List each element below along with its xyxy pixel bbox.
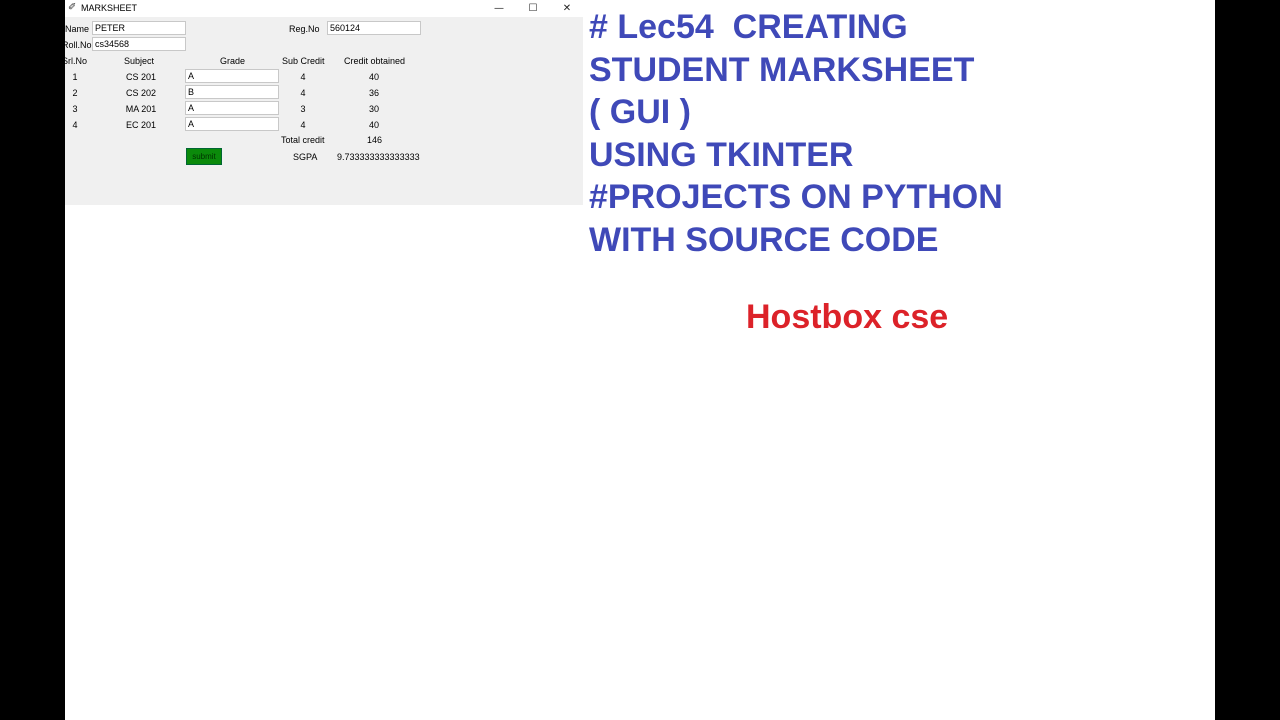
row-3-srl: 3 [72,104,78,114]
feather-icon: ✐ [68,2,77,13]
headline-line-6: WITH SOURCE CODE [589,220,939,259]
channel-brand: Hostbox cse [746,298,949,336]
sgpa-value: 9.733333333333333 [337,152,420,162]
headline-line-4: USING TKINTER [589,135,854,174]
headline-line-1: # Lec54 CREATING [589,8,908,46]
row-2-credit: 4 [300,88,306,98]
row-2-subject: CS 202 [125,88,157,98]
minimize-button[interactable]: — [483,0,515,17]
row-2-srl: 2 [72,88,78,98]
row-3-credit: 3 [300,104,306,114]
sgpa-label: SGPA [293,152,318,162]
roll-no-label: Roll.No [62,40,92,50]
title-bar: ✐ MARKSHEET — ☐ ✕ [65,0,583,17]
total-credit-value: 146 [367,135,383,145]
header-subject: Subject [124,56,155,66]
close-button[interactable]: ✕ [551,0,583,17]
name-label: Name [65,24,90,34]
row-1-srl: 1 [72,72,78,82]
row-2-obtained: 36 [368,88,379,98]
roll-no-field[interactable]: cs34568 [92,37,186,51]
row-1-grade-input[interactable]: A [185,69,279,83]
header-sub-credit: Sub Credit [282,56,325,66]
row-4-grade-input[interactable]: A [185,117,279,131]
submit-button[interactable]: submit [186,148,222,165]
row-4-srl: 4 [72,120,78,130]
window-title: MARKSHEET [81,3,138,13]
row-4-obtained: 40 [368,120,379,130]
row-4-credit: 4 [300,120,306,130]
header-grade: Grade [220,56,246,66]
row-3-subject: MA 201 [125,104,157,114]
marksheet-window: ✐ MARKSHEET — ☐ ✕ Name PETER Reg.No 5601… [62,0,583,205]
header-credit-obtained: Credit obtained [344,56,406,66]
reg-no-field[interactable]: 560124 [327,21,421,35]
headline-line-3: ( GUI ) [589,93,691,131]
row-1-obtained: 40 [368,72,379,82]
lecture-headline: # Lec54 CREATING STUDENT MARKSHEET ( GUI… [589,6,1003,261]
row-4-subject: EC 201 [125,120,157,130]
row-3-obtained: 30 [368,104,379,114]
headline-line-5: #PROJECTS ON PYTHON [589,178,1003,216]
total-credit-label: Total credit [281,135,325,145]
name-field[interactable]: PETER [92,21,186,35]
reg-no-label: Reg.No [289,24,320,34]
row-3-grade-input[interactable]: A [185,101,279,115]
maximize-button[interactable]: ☐ [517,0,549,17]
row-1-subject: CS 201 [125,72,157,82]
row-2-grade-input[interactable]: B [185,85,279,99]
header-srl-no: Srl.No [62,56,88,66]
headline-line-2: STUDENT MARKSHEET [589,50,975,89]
row-1-credit: 4 [300,72,306,82]
